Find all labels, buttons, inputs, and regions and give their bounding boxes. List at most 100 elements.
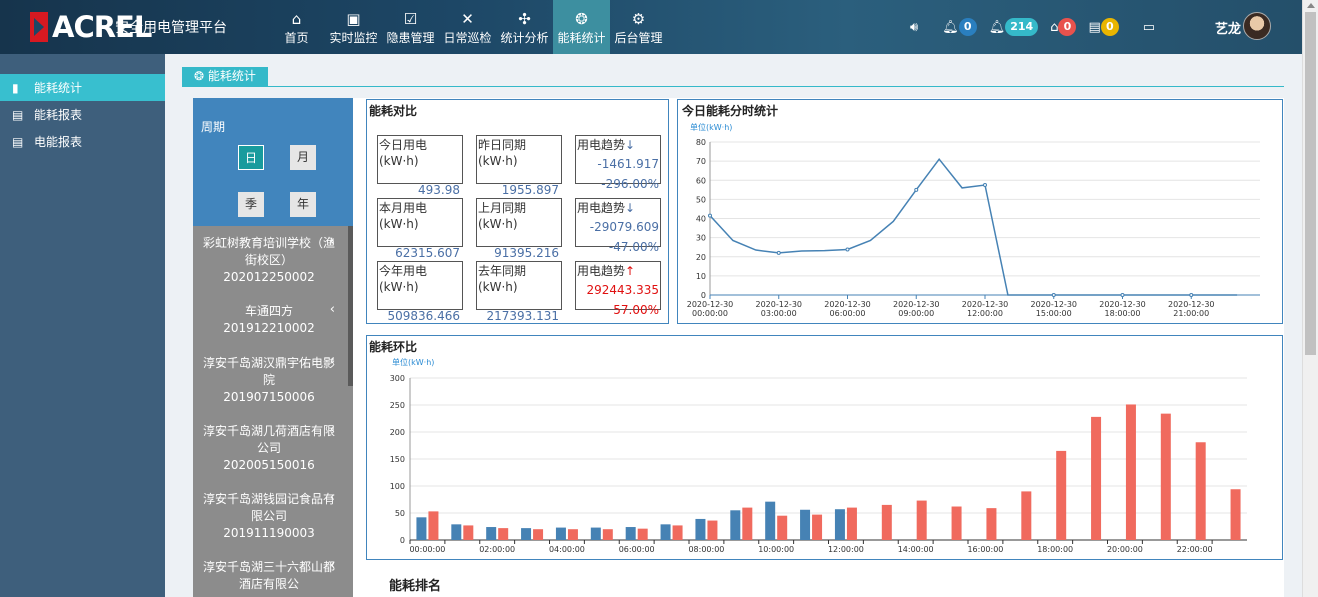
energy-compare-panel: 能耗对比 今日用电 (kW·h) 493.98 昨日同期 (kW·h) 1955.897 用… <box>366 99 669 324</box>
x-tick-label: 10:00:00 <box>758 545 794 554</box>
hourly-energy-panel: 今日能耗分时统计 单位(kW·h) 0 10 20 30 40 50 60 70 80 2020-… <box>677 99 1283 324</box>
bar <box>463 525 474 540</box>
list-item[interactable]: 淳安千岛湖汉鼎宇佑电影院 201907150006 ‹ <box>193 346 353 414</box>
x-tick-label: 02:00:00 <box>479 545 515 554</box>
list-button[interactable]: ▤ 0 <box>1088 18 1119 36</box>
site-list-scrollbar[interactable] <box>348 226 353 386</box>
nav-home[interactable]: ⌂ 首页 <box>268 0 325 54</box>
x-tick-label: 09:00:00 <box>898 309 934 318</box>
page-scrollbar[interactable] <box>1302 0 1318 597</box>
user-name[interactable]: 艺龙 <box>1215 18 1241 37</box>
tab-energy-stats[interactable]: ❂ 能耗统计 <box>182 67 268 86</box>
ring-compare-panel: 能耗环比 单位(kW·h) 0 50 100 150 200 250 300 00:00:00… <box>366 335 1283 560</box>
nav-admin[interactable]: ⚙ 后台管理 <box>610 0 667 54</box>
site-code: 201912210002 <box>223 321 315 335</box>
sidebar-item-power-report[interactable]: ▤ 电能报表 <box>0 128 165 155</box>
y-tick-label: 0 <box>400 536 405 545</box>
alarm-button-2[interactable]: 🔔︎ 214 <box>988 18 1039 36</box>
bar <box>451 524 462 540</box>
y-tick-label: 70 <box>696 157 706 166</box>
sidebar-item-energy-stats[interactable]: ▮ 能耗统计 <box>0 74 165 101</box>
bar <box>1021 491 1032 540</box>
fan-icon: ✣ <box>518 9 531 28</box>
bar <box>602 529 613 540</box>
y-tick-label: 20 <box>696 253 706 262</box>
bell-icon: 🔔︎ <box>988 19 1006 35</box>
nav-monitor[interactable]: ▣ 实时监控 <box>325 0 382 54</box>
list-item[interactable]: 淳安千岛湖三十六都山都酒店有限公 ‹ <box>193 550 353 597</box>
screen-button[interactable]: ▭ <box>1143 20 1155 35</box>
avatar[interactable] <box>1243 12 1271 40</box>
bar <box>916 500 927 540</box>
bar <box>730 510 741 540</box>
trend-arrow-icon: ↓ <box>625 201 636 215</box>
period-year-button[interactable]: 年 <box>290 192 316 217</box>
nav-energy[interactable]: ❂ 能耗统计 <box>553 0 610 54</box>
current-value-box: 本月用电 (kW·h) 62315.607 <box>377 198 463 260</box>
bar <box>800 509 811 540</box>
sound-button[interactable]: 🔊︎ <box>910 20 918 35</box>
list-item[interactable]: 淳安千岛湖钱园记食品有限公司 201911190003 ‹ <box>193 482 353 550</box>
box-label: 上月同期 (kW·h) <box>478 201 527 231</box>
logo-mark-icon <box>30 12 48 42</box>
rank-title: 能耗排名 <box>389 579 442 594</box>
bar <box>1195 442 1206 540</box>
y-tick-label: 30 <box>696 234 706 243</box>
x-tick-label: 2020-12-30 <box>824 300 871 309</box>
box-value: 217393.131 <box>486 309 559 323</box>
nav-inspection[interactable]: ✕ 日常巡检 <box>439 0 496 54</box>
report-icon: ▤ <box>12 134 24 149</box>
sidebar-item-energy-report[interactable]: ▤ 能耗报表 <box>0 101 165 128</box>
scroll-up-icon[interactable] <box>1307 3 1315 8</box>
list-item[interactable]: 车通四方 201912210002 ‹ <box>193 294 353 346</box>
period-month-button[interactable]: 月 <box>290 145 316 170</box>
box-value: 509836.466 <box>387 309 460 323</box>
site-name: 淳安千岛湖三十六都山都酒店有限公 <box>203 560 336 591</box>
previous-value-box: 去年同期 (kW·h) 217393.131 <box>476 261 562 323</box>
ring-bar-chart: 0 50 100 150 200 250 300 00:00:00 02:00:00 04:00:… <box>390 374 1247 554</box>
box-value: 493.98 <box>418 183 460 197</box>
x-tick-label: 03:00:00 <box>761 309 797 318</box>
energy-icon: ❂ <box>194 69 205 83</box>
gears-icon: ⚙ <box>631 9 646 28</box>
scrollbar-thumb[interactable] <box>1305 12 1316 355</box>
x-tick-label: 18:00:00 <box>1037 545 1073 554</box>
bar <box>1125 404 1136 540</box>
bar <box>986 508 997 540</box>
trend-arrow-icon: ↓ <box>625 138 636 152</box>
sidebar-item-label: 能耗统计 <box>34 81 83 95</box>
nav-label: 隐患管理 <box>386 30 435 45</box>
period-day-button[interactable]: 日 <box>238 145 264 170</box>
nav-statistics[interactable]: ✣ 统计分析 <box>496 0 553 54</box>
alarm-button-1[interactable]: 🔔︎ 0 <box>942 18 977 36</box>
period-selector: 周期 日 月 季 年 <box>193 98 353 226</box>
list-item[interactable]: 彩虹树教育培训学校（渔街校区） 202012250002 ‹ <box>193 226 353 294</box>
bar <box>777 515 788 540</box>
bar <box>707 520 718 540</box>
main-area: ❂ 能耗统计 周期 日 月 季 年 彩虹树教育培训学校（渔街校区） 2020122… <box>165 54 1302 597</box>
home-alarm-button[interactable]: ⌂ 0 <box>1050 18 1077 36</box>
x-tick-label: 2020-12-30 <box>756 300 803 309</box>
site-list: 彩虹树教育培训学校（渔街校区） 202012250002 ‹ 车通四方 2019122… <box>193 226 353 597</box>
previous-value-box: 上月同期 (kW·h) 91395.216 <box>476 198 562 260</box>
data-point <box>1120 293 1125 297</box>
bar <box>625 527 636 540</box>
home-icon: ⌂ <box>291 9 302 28</box>
tools-icon: ✕ <box>461 9 474 28</box>
list-badge: 0 <box>1100 18 1119 36</box>
trend-box: 用电趋势↓ -1461.917 -296.00% <box>575 135 661 191</box>
y-tick-label: 100 <box>390 482 405 491</box>
y-tick-label: 300 <box>390 374 405 383</box>
bar <box>567 529 578 540</box>
trend-value: -1461.917 <box>597 157 659 171</box>
nav-hazard[interactable]: ☑ 隐患管理 <box>382 0 439 54</box>
bar <box>590 527 601 540</box>
period-quarter-button[interactable]: 季 <box>238 192 264 217</box>
list-item[interactable]: 淳安千岛湖几荷酒店有限公司 202005150016 ‹ <box>193 414 353 482</box>
site-name: 淳安千岛湖钱园记食品有限公司 <box>203 492 336 523</box>
chevron-left-icon: ‹ <box>329 302 335 317</box>
y-tick-label: 60 <box>696 176 706 185</box>
bar <box>672 525 683 540</box>
box-label: 用电趋势↑ <box>577 264 636 278</box>
trend-value: -29079.609 <box>589 220 659 234</box>
